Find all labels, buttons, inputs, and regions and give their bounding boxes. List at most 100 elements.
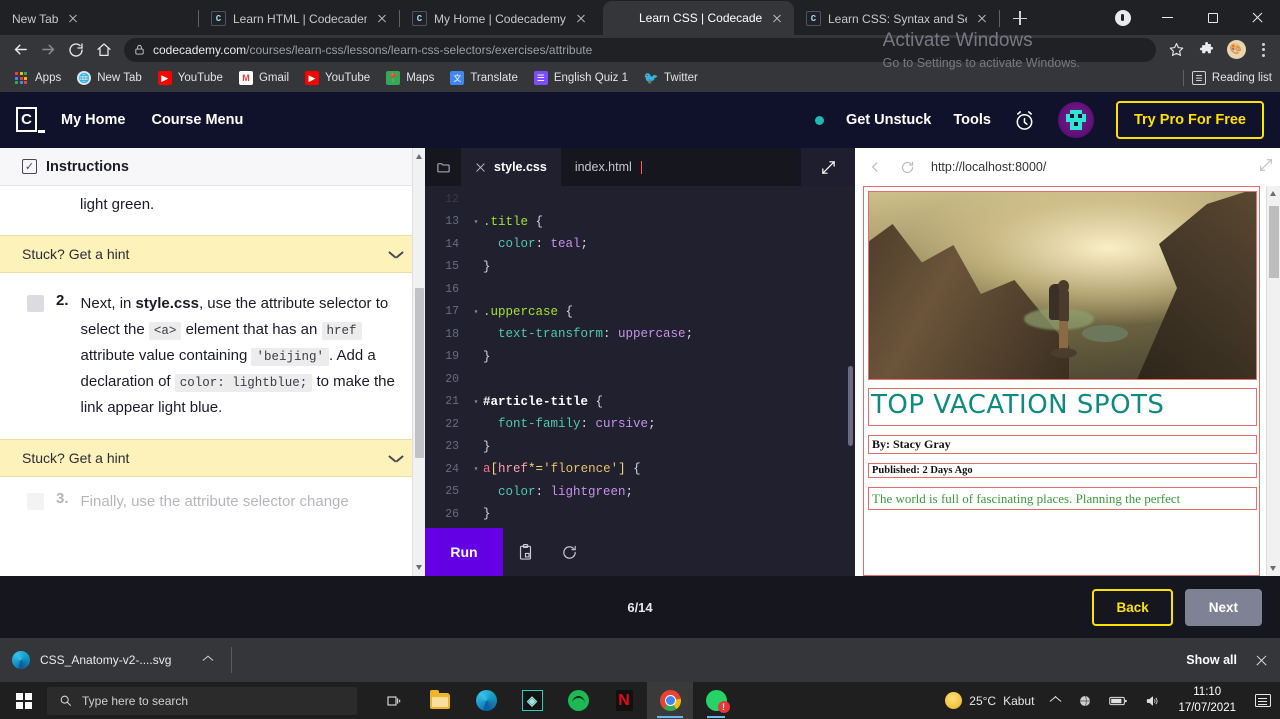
code-line[interactable]: 15} [425,256,855,279]
bookmark-english-quiz[interactable]: ☰ English Quiz 1 [527,68,635,88]
tab-close-icon[interactable] [974,11,990,27]
profile-avatar[interactable]: 🎨 [1222,36,1250,64]
scrollbar-thumb[interactable] [415,288,424,458]
try-pro-button[interactable]: Try Pro For Free [1115,101,1264,139]
chrome-icon[interactable] [647,682,693,719]
fold-arrow-icon[interactable]: ▾ [469,397,483,407]
preview-back-icon[interactable] [861,153,889,181]
bookmark-translate[interactable]: 文 Translate [443,68,525,88]
fold-arrow-icon[interactable]: ▾ [469,217,483,227]
taskbar-search-input[interactable]: Type here to search [47,686,357,715]
editor-expand-button[interactable] [801,148,855,186]
maximize-button[interactable] [1190,2,1235,34]
code-line[interactable]: 21 ▾ #article-title { [425,391,855,414]
alarm-clock-icon[interactable] [1013,109,1036,132]
editor-tab-style-css[interactable]: style.css [461,148,561,186]
caret-up-icon[interactable] [203,655,213,665]
new-tab-button[interactable] [1006,4,1034,32]
scroll-up-arrow-icon[interactable] [1270,191,1276,196]
back-button[interactable]: Back [1092,588,1173,626]
code-line[interactable]: 19} [425,346,855,369]
tray-expand-button[interactable] [1042,695,1069,706]
fold-arrow-icon[interactable]: ▾ [469,307,483,317]
reload-button[interactable] [62,36,90,64]
tab-close-icon[interactable] [769,10,785,26]
editor-tab-index-html[interactable]: index.html [561,148,656,186]
download-item[interactable]: CSS_Anatomy-v2-....svg [12,651,213,669]
code-line[interactable]: 18 text-transform: uppercase; [425,323,855,346]
instructions-checkbox-icon[interactable]: ✓ [22,159,37,174]
bookmark-twitter[interactable]: 🐦 Twitter [637,68,705,88]
scroll-down-arrow-icon[interactable] [416,565,422,570]
hint-toggle-2[interactable]: Stuck? Get a hint [0,439,425,478]
weather-widget[interactable]: 25°C Kabut [937,692,1042,709]
netflix-icon[interactable]: N [601,682,647,719]
code-line[interactable]: 17 ▾ .uppercase { [425,301,855,324]
whatsapp-icon[interactable]: ! [693,682,739,719]
preview-reload-icon[interactable] [893,153,921,181]
preview-expand-button[interactable] [1258,157,1274,178]
address-bar[interactable]: codecademy.com/courses/learn-css/lessons… [124,37,1156,62]
bookmark-youtube-1[interactable]: ▶ YouTube [151,68,230,88]
browser-tab-0[interactable]: New Tab [0,2,198,35]
codecademy-logo-icon[interactable]: C [16,106,45,134]
home-button[interactable] [90,36,118,64]
tab-close-icon[interactable] [573,11,589,27]
file-explorer-icon[interactable] [417,682,463,719]
spotify-icon[interactable] [555,682,601,719]
code-line[interactable]: 12 [425,188,855,211]
nav-my-home[interactable]: My Home [61,112,125,128]
back-button[interactable] [6,36,34,64]
run-button[interactable]: Run [425,528,503,576]
code-line[interactable]: 24 ▾ a[href*='florence'] { [425,458,855,481]
code-line[interactable]: 22 font-family: cursive; [425,413,855,436]
gitkraken-icon[interactable]: ◈ [509,682,555,719]
code-line[interactable]: 20 [425,368,855,391]
hint-toggle-1[interactable]: Stuck? Get a hint [0,235,425,273]
bookmark-apps[interactable]: Apps [8,69,68,87]
task-checkbox[interactable] [27,295,44,312]
bookmark-maps[interactable]: 📍 Maps [379,68,441,88]
volume-icon[interactable] [1136,694,1168,708]
scrollbar-thumb[interactable] [1269,206,1279,278]
task-view-icon[interactable] [371,682,417,719]
taskbar-clock[interactable]: 11:10 17/07/2021 [1168,685,1246,716]
edge-icon[interactable] [463,682,509,719]
task-checkbox[interactable] [27,493,44,511]
tab-close-icon[interactable] [475,162,486,173]
battery-icon[interactable] [1101,695,1136,707]
folder-icon[interactable] [425,148,461,186]
bookmark-new-tab[interactable]: 🌐 New Tab [70,68,149,88]
close-window-button[interactable] [1235,2,1280,34]
browser-tab-1[interactable]: C Learn HTML | Codecademy [199,2,399,35]
code-line[interactable]: 25 color: lightgreen; [425,481,855,504]
clipboard-icon[interactable] [503,528,547,576]
code-scrollbar-thumb[interactable] [848,366,853,446]
preview-url-text[interactable]: http://localhost:8000/ [931,160,1046,174]
browser-tab-3-active[interactable]: Learn CSS | Codecademy [603,1,794,35]
code-line[interactable]: 14 color: teal; [425,233,855,256]
bookmark-gmail[interactable]: M Gmail [232,68,296,88]
start-button[interactable] [0,682,47,719]
user-avatar[interactable] [1057,102,1094,138]
code-line[interactable]: 13 ▾ .title { [425,211,855,234]
browser-tab-4[interactable]: C Learn CSS: Syntax and Selecto [794,2,999,35]
browser-tab-2[interactable]: C My Home | Codecademy [400,2,603,35]
notification-center-icon[interactable] [1246,682,1280,719]
bookmark-youtube-2[interactable]: ▶ YouTube [298,68,377,88]
profile-pin-icon[interactable] [1100,2,1145,34]
reading-list-button[interactable]: ☰ Reading list [1182,70,1272,86]
nav-course-menu[interactable]: Course Menu [151,112,243,128]
get-unstuck-button[interactable]: Get Unstuck [846,112,931,128]
network-icon[interactable] [1069,694,1101,708]
tab-close-icon[interactable] [65,11,81,27]
tools-button[interactable]: Tools [953,112,991,128]
bookmark-star-icon[interactable] [1162,36,1190,64]
code-line[interactable]: 26} [425,503,855,526]
chrome-menu-icon[interactable] [1252,39,1274,61]
show-all-downloads-button[interactable]: Show all [1186,653,1237,667]
next-button[interactable]: Next [1184,588,1262,626]
extensions-puzzle-icon[interactable] [1192,36,1220,64]
scroll-down-arrow-icon[interactable] [1270,566,1276,571]
close-shelf-icon[interactable] [1255,654,1268,667]
